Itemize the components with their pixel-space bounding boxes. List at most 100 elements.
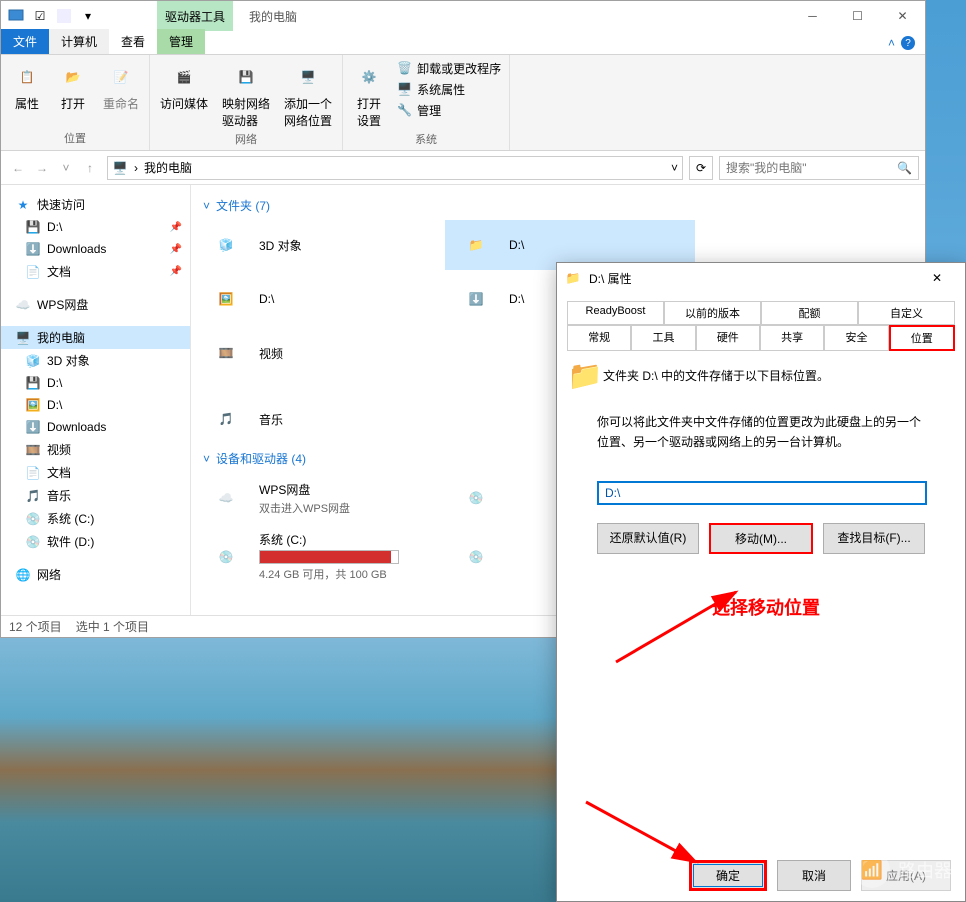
breadcrumb-chevron[interactable]: › bbox=[134, 161, 138, 175]
dialog-tabs: ReadyBoost 以前的版本 配额 自定义 常规 工具 硬件 共享 安全 位… bbox=[557, 293, 965, 351]
window-title: 我的电脑 bbox=[249, 8, 297, 25]
uninstall-button[interactable]: 🗑️卸载或更改程序 bbox=[397, 59, 501, 78]
tab-security[interactable]: 安全 bbox=[824, 325, 888, 351]
back-button[interactable]: ← bbox=[7, 157, 29, 179]
qat-checkbox-icon[interactable]: ☑ bbox=[31, 7, 49, 25]
sidebar-item[interactable]: ⬇️Downloads bbox=[1, 416, 190, 438]
folder-item[interactable]: 🎞️视频 bbox=[195, 328, 445, 378]
address-input[interactable] bbox=[144, 161, 665, 175]
sidebar-item[interactable]: 🎞️视频 bbox=[1, 438, 190, 461]
location-input[interactable] bbox=[605, 486, 919, 500]
address-dropdown-icon[interactable]: ˅ bbox=[671, 161, 678, 175]
media-button[interactable]: 🎬访问媒体 bbox=[158, 59, 210, 114]
sidebar: ★快速访问 💾D:\📌 ⬇️Downloads📌 📄文档📌 ☁️WPS网盘 🖥️… bbox=[1, 185, 191, 615]
folder-item[interactable]: 🖼️D:\ bbox=[195, 274, 445, 324]
chevron-up-icon[interactable]: ˄ bbox=[888, 36, 895, 50]
tab-custom[interactable]: 自定义 bbox=[858, 301, 955, 325]
up-button[interactable]: ↑ bbox=[79, 157, 101, 179]
titlebar: ☑ ▾ 驱动器工具 我的电脑 ─ ☐ ✕ bbox=[1, 1, 925, 31]
sidebar-item[interactable]: 📄文档 bbox=[1, 461, 190, 484]
dialog-desc: 你可以将此文件夹中文件存储的位置更改为此硬盘上的另一个位置、另一个驱动器或网络上… bbox=[597, 412, 925, 453]
tab-versions[interactable]: 以前的版本 bbox=[664, 301, 761, 325]
minimize-button[interactable]: ─ bbox=[790, 1, 835, 31]
open-button[interactable]: 📂打开 bbox=[55, 59, 91, 114]
restore-button[interactable]: 还原默认值(R) bbox=[597, 523, 699, 554]
move-button[interactable]: 移动(M)... bbox=[709, 523, 813, 554]
disk-usage-bar bbox=[259, 550, 399, 564]
folder-icon: 📁 bbox=[565, 270, 581, 286]
chevron-down-icon: ˅ bbox=[203, 452, 210, 466]
tab-manage[interactable]: 管理 bbox=[157, 29, 205, 54]
pin-icon: 📌 bbox=[170, 266, 182, 277]
sidebar-item[interactable]: 📄文档📌 bbox=[1, 260, 190, 283]
refresh-button[interactable]: ⟳ bbox=[689, 156, 713, 180]
selected-count: 选中 1 个项目 bbox=[76, 618, 149, 635]
sidebar-item[interactable]: 🧊3D 对象 bbox=[1, 349, 190, 372]
sidebar-this-pc[interactable]: 🖥️我的电脑 bbox=[1, 326, 190, 349]
dialog-body: 📁 文件夹 D:\ 中的文件存储于以下目标位置。 你可以将此文件夹中文件存储的位… bbox=[557, 351, 965, 850]
router-icon: 📶 bbox=[854, 852, 890, 888]
help-icon[interactable]: ? bbox=[901, 36, 915, 50]
tab-sharing[interactable]: 共享 bbox=[760, 325, 824, 351]
ribbon-tabs: 文件 计算机 查看 管理 ˄? bbox=[1, 31, 925, 55]
close-button[interactable]: ✕ bbox=[880, 1, 925, 31]
sidebar-wps[interactable]: ☁️WPS网盘 bbox=[1, 293, 190, 316]
pin-icon: 📌 bbox=[170, 244, 182, 255]
search-input[interactable] bbox=[726, 161, 891, 175]
sidebar-item[interactable]: 🖼️D:\ bbox=[1, 394, 190, 416]
device-item[interactable]: 💿系统 (C:)4.24 GB 可用，共 100 GB bbox=[195, 527, 445, 586]
watermark: 📶 路由器 bbox=[854, 852, 952, 888]
properties-button[interactable]: 📋属性 bbox=[9, 59, 45, 114]
qat-dropdown-icon[interactable]: ▾ bbox=[79, 7, 97, 25]
tab-general[interactable]: 常规 bbox=[567, 325, 631, 351]
dialog-titlebar: 📁 D:\ 属性 ✕ bbox=[557, 263, 965, 293]
app-icon bbox=[7, 7, 25, 25]
tab-hardware[interactable]: 硬件 bbox=[696, 325, 760, 351]
properties-dialog: 📁 D:\ 属性 ✕ ReadyBoost 以前的版本 配额 自定义 常规 工具… bbox=[556, 262, 966, 902]
address-bar[interactable]: 🖥️ › ˅ bbox=[107, 156, 683, 180]
tab-readyboost[interactable]: ReadyBoost bbox=[567, 301, 664, 325]
rename-button[interactable]: 📝重命名 bbox=[101, 59, 141, 114]
tab-tools[interactable]: 工具 bbox=[631, 325, 695, 351]
search-box[interactable]: 🔍 bbox=[719, 156, 919, 180]
item-count: 12 个项目 bbox=[9, 618, 62, 635]
maximize-button[interactable]: ☐ bbox=[835, 1, 880, 31]
nav-bar: ← → ˅ ↑ 🖥️ › ˅ ⟳ 🔍 bbox=[1, 151, 925, 185]
sidebar-network[interactable]: 🌐网络 bbox=[1, 563, 190, 586]
sidebar-item[interactable]: 🎵音乐 bbox=[1, 484, 190, 507]
pc-icon: 🖥️ bbox=[112, 160, 128, 176]
contextual-tab[interactable]: 驱动器工具 bbox=[157, 1, 233, 31]
tab-location[interactable]: 位置 bbox=[889, 325, 955, 351]
recent-dropdown[interactable]: ˅ bbox=[55, 157, 77, 179]
folder-icon: 📁 bbox=[577, 367, 593, 383]
section-folders[interactable]: ˅文件夹 (7) bbox=[195, 193, 921, 218]
add-location-button[interactable]: 🖥️添加一个 网络位置 bbox=[282, 59, 334, 131]
ribbon: 📋属性 📂打开 📝重命名 位置 🎬访问媒体 💾映射网络 驱动器 🖥️添加一个 网… bbox=[1, 55, 925, 151]
sidebar-item[interactable]: 💾D:\📌 bbox=[1, 216, 190, 238]
sysprops-button[interactable]: 🖥️系统属性 bbox=[397, 80, 501, 99]
find-target-button[interactable]: 查找目标(F)... bbox=[823, 523, 925, 554]
tab-view[interactable]: 查看 bbox=[109, 29, 157, 54]
ok-button[interactable]: 确定 bbox=[689, 860, 767, 891]
folder-item[interactable]: 🎵音乐 bbox=[195, 394, 445, 444]
forward-button[interactable]: → bbox=[31, 157, 53, 179]
sidebar-item[interactable]: ⬇️Downloads📌 bbox=[1, 238, 190, 260]
tab-quota[interactable]: 配额 bbox=[761, 301, 858, 325]
qat-new-icon[interactable] bbox=[55, 7, 73, 25]
manage-button[interactable]: 🔧管理 bbox=[397, 101, 501, 120]
cancel-button[interactable]: 取消 bbox=[777, 860, 851, 891]
device-item[interactable]: ☁️WPS网盘双击进入WPS网盘 bbox=[195, 473, 445, 523]
location-input-wrap[interactable] bbox=[597, 481, 927, 505]
sidebar-quick-access[interactable]: ★快速访问 bbox=[1, 193, 190, 216]
dialog-close-button[interactable]: ✕ bbox=[917, 264, 957, 292]
sidebar-item[interactable]: 💾D:\ bbox=[1, 372, 190, 394]
settings-button[interactable]: ⚙️打开 设置 bbox=[351, 59, 387, 131]
folder-item[interactable]: 🧊3D 对象 bbox=[195, 220, 445, 270]
search-icon[interactable]: 🔍 bbox=[897, 161, 912, 175]
tab-computer[interactable]: 计算机 bbox=[49, 29, 109, 54]
sidebar-item[interactable]: 💿系统 (C:) bbox=[1, 507, 190, 530]
tab-file[interactable]: 文件 bbox=[1, 29, 49, 54]
map-drive-button[interactable]: 💾映射网络 驱动器 bbox=[220, 59, 272, 131]
pin-icon: 📌 bbox=[170, 222, 182, 233]
sidebar-item[interactable]: 💿软件 (D:) bbox=[1, 530, 190, 553]
